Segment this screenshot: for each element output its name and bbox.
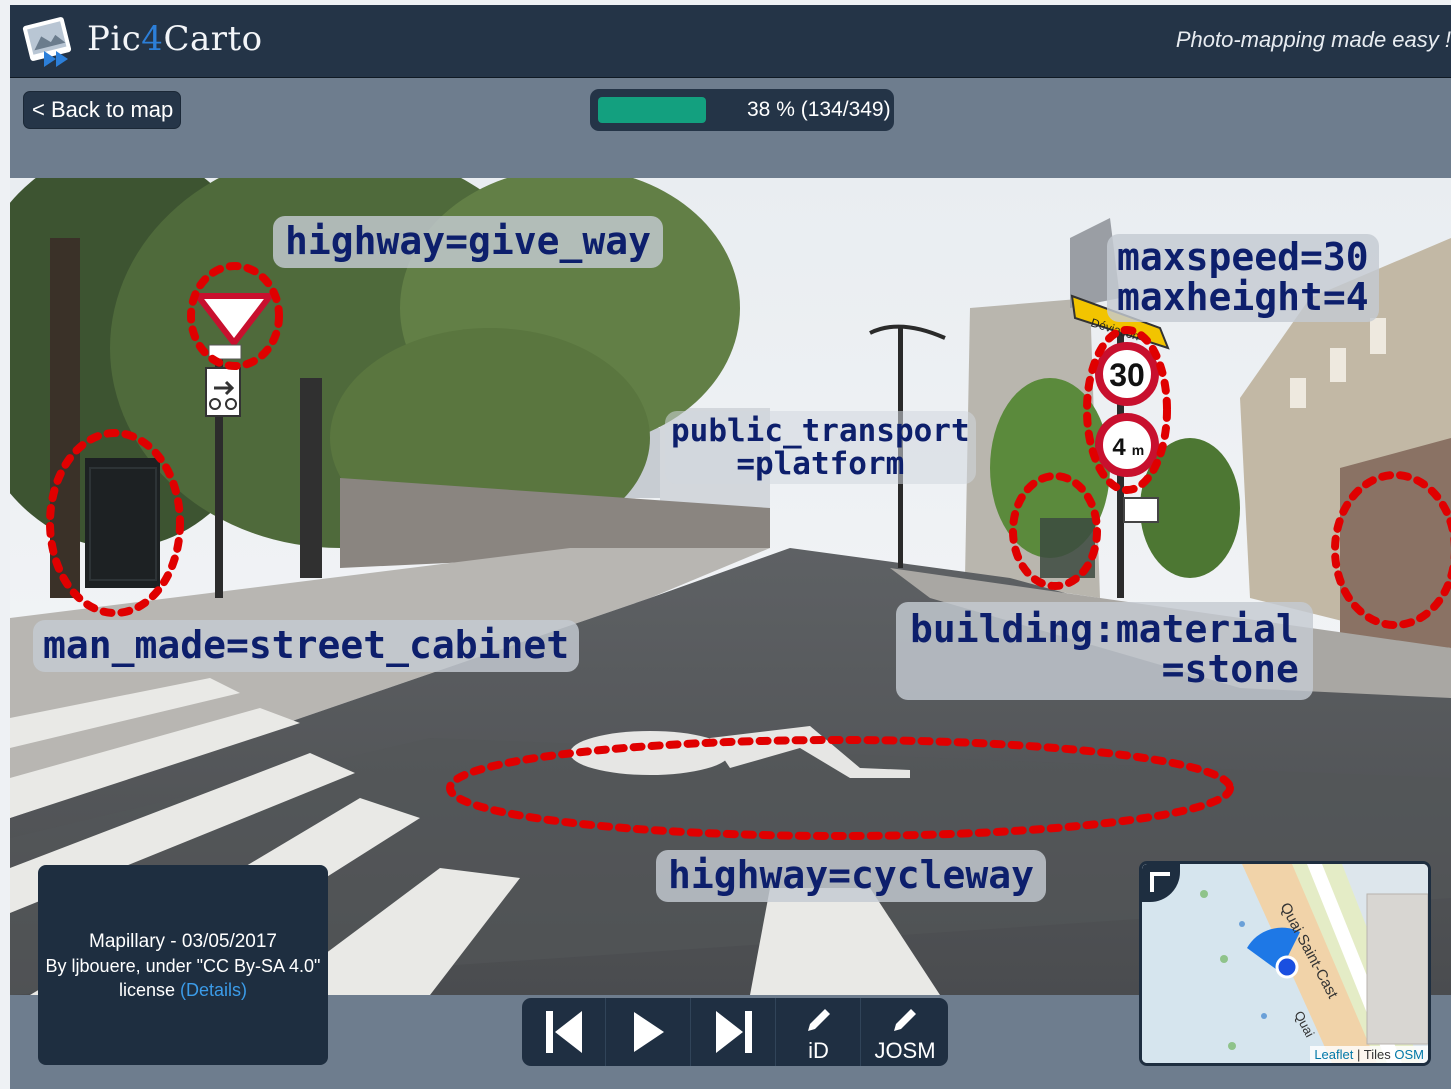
current-position-marker <box>1275 955 1299 979</box>
minimap[interactable]: Quai Saint-Cast Quai Leaflet | Tiles OSM <box>1139 861 1431 1066</box>
app-window: Pic4Carto Photo-mapping made easy ! < Ba… <box>10 5 1451 1089</box>
pencil-icon <box>894 1009 916 1031</box>
progress-text: 38 % (134/349) <box>747 98 891 121</box>
pencil-icon <box>807 1009 830 1031</box>
progress-indicator: 38 % (134/349) <box>590 89 894 131</box>
app-brand-name: Pic4Carto <box>87 19 263 59</box>
tiles-label: Tiles <box>1363 1047 1391 1062</box>
skip-forward-icon <box>715 1011 752 1053</box>
attribution-license: license (Details) <box>38 978 328 1002</box>
map-attribution-separator: | <box>1357 1047 1361 1062</box>
edit-with-id-button[interactable]: iD <box>777 998 861 1066</box>
play-button[interactable] <box>607 998 691 1066</box>
pic4carto-logo <box>22 11 82 69</box>
speed-limit-sign-value: 30 <box>1109 357 1145 393</box>
tagline: Photo-mapping made easy ! <box>1175 27 1451 52</box>
attribution-source: Mapillary - 03/05/2017 <box>89 931 277 952</box>
last-picture-button[interactable] <box>692 998 776 1066</box>
back-to-map-button[interactable]: < Back to map <box>23 91 181 129</box>
first-picture-button[interactable] <box>522 998 606 1066</box>
id-editor-label: iD <box>808 1038 829 1063</box>
edit-with-josm-button[interactable]: JOSM <box>862 998 948 1066</box>
play-icon <box>633 1012 664 1052</box>
leaflet-link[interactable]: Leaflet <box>1314 1047 1353 1062</box>
top-bar: Pic4Carto Photo-mapping made easy ! <box>10 5 1451 78</box>
photo-attribution-panel: Mapillary - 03/05/2017 By ljbouere, unde… <box>38 865 328 1065</box>
osm-link[interactable]: OSM <box>1394 1047 1424 1062</box>
osm-tag-maxspeed-maxheight: maxspeed=30 maxheight=4 <box>1107 234 1379 322</box>
osm-tag-cycleway: highway=cycleway <box>656 850 1047 902</box>
josm-editor-label: JOSM <box>874 1038 936 1063</box>
skip-back-icon <box>545 1011 582 1053</box>
osm-tag-public-transport-platform: public_transport =platform <box>665 411 976 485</box>
minimap-toggle-button[interactable] <box>1142 864 1180 902</box>
collapse-corner-icon <box>1150 872 1170 892</box>
attribution-author: By ljbouere, under "CC By-SA 4.0" <box>45 956 321 976</box>
height-limit-sign-value: 4 <box>1112 434 1126 461</box>
navigation-controls: iD JOSM <box>522 998 948 1066</box>
osm-tag-building-material: building:material =stone <box>896 602 1313 700</box>
progress-bar-fill <box>598 97 706 123</box>
map-attribution: Leaflet | Tiles OSM <box>1310 1046 1428 1063</box>
osm-tag-give-way: highway=give_way <box>273 216 664 268</box>
license-text: license <box>118 980 180 1000</box>
progress-bar <box>598 97 706 123</box>
details-link[interactable]: (Details) <box>180 980 247 1000</box>
height-limit-sign-unit: m <box>1132 442 1144 458</box>
osm-tag-street-cabinet: man_made=street_cabinet <box>33 620 580 672</box>
